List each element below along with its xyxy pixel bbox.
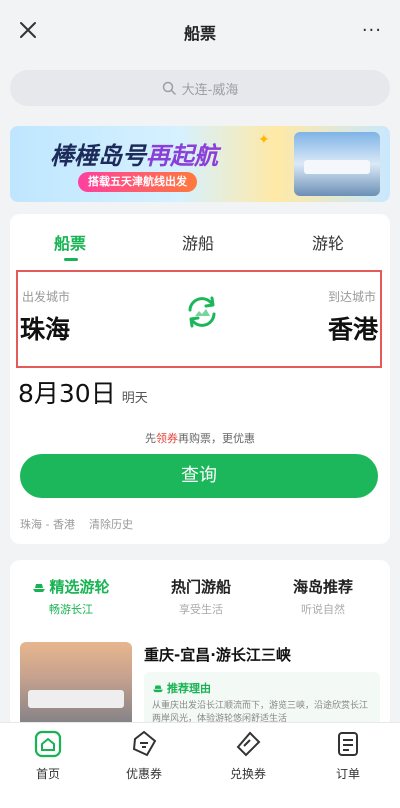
- banner-subtitle: 搭载五天津航线出发: [78, 172, 197, 192]
- history-item[interactable]: 珠海 - 香港: [20, 518, 75, 531]
- active-tab-indicator: [64, 258, 78, 261]
- nav-label: 订单: [335, 767, 360, 781]
- search-input[interactable]: 大连-威海: [10, 70, 390, 106]
- search-button[interactable]: 查询: [20, 454, 378, 498]
- page-title: 船票: [183, 24, 216, 43]
- search-placeholder: 大连-威海: [181, 82, 239, 98]
- booking-card: 船票 游船 游轮 出发城市 珠海 到达城市 香港 8月30日 明天 先领券再购票，…: [10, 214, 390, 544]
- date-value: 8月30日: [18, 379, 116, 408]
- nav-label: 兑换券: [229, 767, 266, 781]
- promo-banner[interactable]: 棒棰岛号再起航 ✦ 搭载五天津航线出发: [10, 126, 390, 202]
- ship-icon: [33, 584, 46, 592]
- nav-home[interactable]: 首页: [18, 729, 78, 782]
- nav-coupons[interactable]: 优惠券: [114, 729, 174, 782]
- section-title: 精选游轮: [16, 576, 126, 597]
- nav-label: 首页: [35, 767, 60, 781]
- route-selector: 出发城市 珠海 到达城市 香港: [16, 270, 382, 368]
- banner-headline-accent: 再起航: [146, 142, 218, 170]
- section-subtitle: 听说自然: [301, 603, 345, 616]
- banner-headline: 棒棰岛号再起航: [50, 136, 218, 171]
- swap-icon[interactable]: [182, 292, 222, 332]
- to-city[interactable]: 香港: [328, 310, 378, 346]
- section-title: 海岛推荐: [292, 578, 353, 596]
- hint-coupon-link[interactable]: 领券: [156, 432, 178, 445]
- coupon-hint: 先领券再购票，更优惠: [10, 430, 390, 446]
- from-label: 出发城市: [22, 290, 71, 304]
- hint-prefix: 先: [145, 432, 156, 445]
- home-icon: [34, 730, 62, 758]
- sparkle-icon: ✦: [258, 132, 270, 148]
- section-title-text: 精选游轮: [49, 578, 110, 596]
- nav-vouchers[interactable]: 兑换券: [218, 729, 278, 782]
- cruise-image[interactable]: [20, 642, 132, 728]
- clear-history-button[interactable]: 清除历史: [89, 518, 133, 531]
- ship-icon: [153, 685, 163, 693]
- search-history: 珠海 - 香港 清除历史: [20, 516, 147, 532]
- tab-island-picks[interactable]: 海岛推荐 听说自然: [268, 576, 378, 617]
- ticket-tabs: 船票 游船 游轮: [10, 214, 390, 266]
- to-label: 到达城市: [327, 290, 376, 304]
- section-title: 热门游船: [170, 578, 231, 596]
- nav-orders[interactable]: 订单: [318, 729, 378, 782]
- tab-boat-tour[interactable]: 游船: [182, 230, 214, 254]
- section-subtitle: 畅游长江: [49, 603, 93, 616]
- cruise-recommendation: 推荐理由 从重庆出发沿长江顺流而下，游览三峡，沿途欣赏长江两岸风光，体验游轮悠闲…: [144, 672, 380, 728]
- top-bar: 船票 ···: [0, 0, 400, 62]
- more-menu-icon[interactable]: ···: [362, 20, 382, 41]
- coupon-icon: [132, 730, 157, 757]
- voucher-icon: [236, 731, 261, 757]
- date-weekday: 明天: [121, 391, 148, 406]
- search-icon: [162, 81, 176, 95]
- cruise-title[interactable]: 重庆-宜昌·游长江三峡: [144, 644, 291, 665]
- from-city[interactable]: 珠海: [20, 310, 70, 346]
- tab-cruise[interactable]: 游轮: [312, 230, 344, 254]
- departure-date[interactable]: 8月30日 明天: [18, 374, 148, 410]
- section-subtitle: 享受生活: [179, 603, 223, 616]
- tab-hot-boats[interactable]: 热门游船 享受生活: [146, 576, 256, 617]
- ship-image: [294, 132, 380, 196]
- recommend-section: 精选游轮 畅游长江 热门游船 享受生活 海岛推荐 听说自然 重庆-宜昌·游长江三…: [10, 560, 390, 728]
- recommend-badge-text: 推荐理由: [167, 682, 211, 695]
- banner-headline-main: 棒棰岛号: [50, 142, 146, 170]
- order-icon: [338, 732, 358, 756]
- bottom-nav: 首页 优惠券 兑换券 订单: [0, 722, 400, 808]
- hint-suffix: 再购票，更优惠: [178, 432, 255, 445]
- tab-ferry-ticket[interactable]: 船票: [54, 230, 86, 254]
- recommend-badge: 推荐理由: [152, 680, 211, 696]
- tab-featured-cruise[interactable]: 精选游轮 畅游长江: [16, 576, 126, 617]
- nav-label: 优惠券: [125, 767, 162, 781]
